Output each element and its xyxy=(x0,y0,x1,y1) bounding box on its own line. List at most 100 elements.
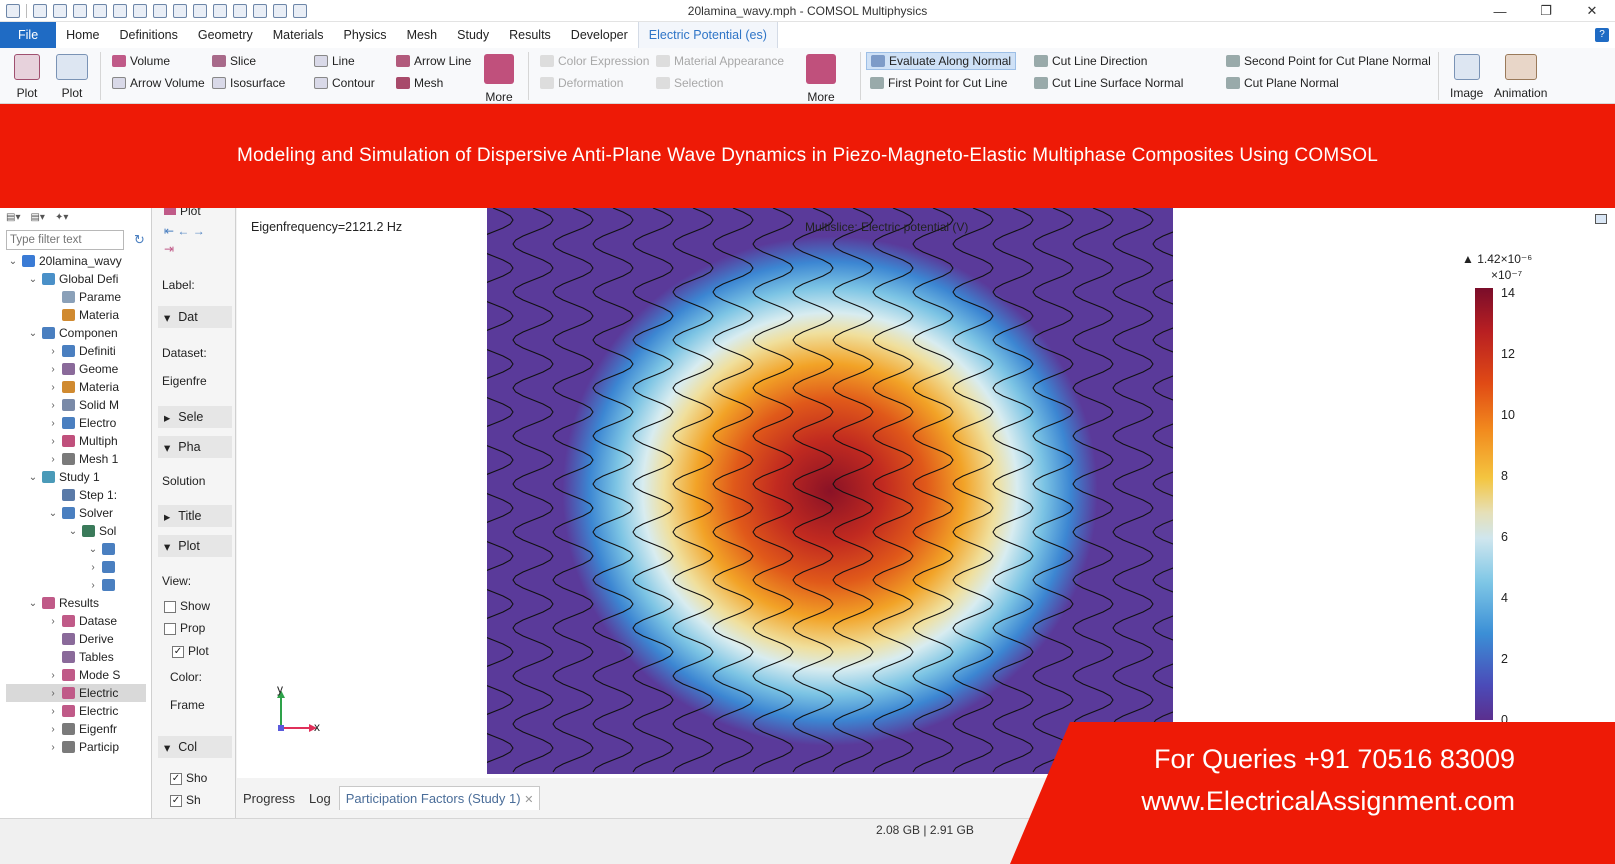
run-icon[interactable] xyxy=(153,3,167,18)
chevron-down-icon[interactable]: ⌄ xyxy=(8,256,18,267)
more-plots-button[interactable]: More xyxy=(484,54,514,104)
section-phase[interactable]: ▾ Pha xyxy=(158,436,232,458)
tree-node[interactable]: Step 1: xyxy=(48,486,117,504)
isosurface-button[interactable]: Isosurface xyxy=(212,76,285,90)
chevron-down-icon[interactable]: ⌄ xyxy=(88,544,98,555)
new-file-icon[interactable] xyxy=(33,3,47,18)
tab-physics[interactable]: Physics xyxy=(333,22,396,48)
image-button[interactable]: Image xyxy=(1450,54,1483,100)
second-point-button[interactable]: Second Point for Cut Plane Normal xyxy=(1226,54,1431,68)
tree-node[interactable]: › Solid M xyxy=(48,396,119,414)
chevron-right-icon[interactable]: › xyxy=(48,724,58,735)
tree-node[interactable]: › xyxy=(88,576,119,594)
tree-node[interactable]: › Definiti xyxy=(48,342,115,360)
volume-button[interactable]: Volume xyxy=(112,54,170,68)
show-checkbox-2[interactable]: ✓ Sho xyxy=(170,771,207,785)
chevron-down-icon[interactable]: ⌄ xyxy=(28,472,38,483)
find-icon[interactable] xyxy=(293,3,307,18)
tab-electric-potential[interactable]: Electric Potential (es) xyxy=(637,22,778,48)
chevron-down-icon[interactable]: ⌄ xyxy=(28,598,38,609)
tree-node[interactable]: › Multiph xyxy=(48,432,117,450)
section-data[interactable]: ▾ Dat xyxy=(158,306,232,328)
tab-participation-factors[interactable]: Participation Factors (Study 1) ✕ xyxy=(338,786,541,810)
last-icon[interactable]: ⇥ xyxy=(164,242,174,256)
cut-plane-normal-button[interactable]: Cut Plane Normal xyxy=(1226,76,1339,90)
tree-node[interactable]: Materia xyxy=(48,306,119,324)
plot-canvas[interactable] xyxy=(487,208,1173,774)
first-point-button[interactable]: First Point for Cut Line xyxy=(870,76,1007,90)
section-coloring[interactable]: ▾ Col xyxy=(158,736,232,758)
tab-progress[interactable]: Progress xyxy=(237,787,301,810)
tab-results[interactable]: Results xyxy=(499,22,561,48)
color-expression-button[interactable]: Color Expression xyxy=(540,54,649,68)
restore-button[interactable]: ❐ xyxy=(1523,0,1569,22)
undo-icon[interactable] xyxy=(113,3,127,18)
help-icon[interactable]: ? xyxy=(1595,28,1609,42)
graphics-window-icon[interactable] xyxy=(1595,214,1607,224)
deformation-button[interactable]: Deformation xyxy=(540,76,623,90)
evaluate-along-normal-button[interactable]: Evaluate Along Normal xyxy=(866,52,1017,70)
tab-mesh[interactable]: Mesh xyxy=(397,22,448,48)
tree-node[interactable]: › Electro xyxy=(48,414,116,432)
show-checkbox[interactable]: Show xyxy=(164,599,210,613)
more-attributes-button[interactable]: More xyxy=(806,54,836,104)
tree-node[interactable]: › Datase xyxy=(48,612,117,630)
close-button[interactable]: ✕ xyxy=(1569,0,1615,22)
chevron-right-icon[interactable]: › xyxy=(88,562,98,573)
tab-geometry[interactable]: Geometry xyxy=(188,22,263,48)
tree-node[interactable]: Tables xyxy=(48,648,114,666)
tab-file[interactable]: File xyxy=(0,22,57,48)
chevron-right-icon[interactable]: › xyxy=(48,688,58,699)
chevron-right-icon[interactable]: › xyxy=(48,670,58,681)
cut-line-direction-button[interactable]: Cut Line Direction xyxy=(1034,54,1147,68)
save-as-icon[interactable] xyxy=(93,3,107,18)
material-appearance-button[interactable]: Material Appearance xyxy=(656,54,784,68)
tree-node[interactable]: ⌄ Global Defi xyxy=(28,270,119,288)
tree-node[interactable]: › xyxy=(88,558,119,576)
tree-node[interactable]: ⌄ Componen xyxy=(28,324,118,342)
chevron-right-icon[interactable]: › xyxy=(48,436,58,447)
tree-node[interactable]: ⌄ Sol xyxy=(68,522,117,540)
prop-checkbox[interactable]: Prop xyxy=(164,621,205,635)
tree-node[interactable]: ⌄ Results xyxy=(28,594,99,612)
tree-node[interactable]: › Particip xyxy=(48,738,119,756)
chevron-right-icon[interactable]: › xyxy=(48,454,58,465)
refresh-icon[interactable]: ↻ xyxy=(134,232,145,248)
line-button[interactable]: Line xyxy=(314,54,355,68)
list-icon[interactable]: ▤▾ xyxy=(30,212,44,223)
tree-node[interactable]: ⌄ Solver xyxy=(48,504,113,522)
chevron-right-icon[interactable]: › xyxy=(88,580,98,591)
tab-study[interactable]: Study xyxy=(447,22,499,48)
chevron-right-icon[interactable]: › xyxy=(48,364,58,375)
tree-node[interactable]: ⌄ Study 1 xyxy=(28,468,100,486)
settings-icon[interactable] xyxy=(273,3,287,18)
open-folder-icon[interactable] xyxy=(53,3,67,18)
tree-node[interactable]: › Mode S xyxy=(48,666,120,684)
tab-definitions[interactable]: Definitions xyxy=(110,22,188,48)
expand-icon[interactable]: ▤▾ xyxy=(6,212,20,223)
save-icon[interactable] xyxy=(73,3,87,18)
tree-node[interactable]: › Geome xyxy=(48,360,118,378)
slice-button[interactable]: Slice xyxy=(212,54,256,68)
tab-materials[interactable]: Materials xyxy=(263,22,334,48)
section-selection[interactable]: ▸ Sele xyxy=(158,406,232,428)
tab-log[interactable]: Log xyxy=(303,787,337,810)
copy-icon[interactable] xyxy=(173,3,187,18)
chevron-right-icon[interactable]: › xyxy=(48,346,58,357)
arrow-line-button[interactable]: Arrow Line xyxy=(396,54,471,68)
section-plot-settings[interactable]: ▾ Plot xyxy=(158,535,232,557)
chevron-down-icon[interactable]: ⌄ xyxy=(68,526,78,537)
chevron-right-icon[interactable]: › xyxy=(48,616,58,627)
pin-icon[interactable]: ✦▾ xyxy=(55,212,68,223)
tree-node[interactable]: › Mesh 1 xyxy=(48,450,118,468)
chevron-down-icon[interactable]: ⌄ xyxy=(28,274,38,285)
section-title[interactable]: ▸ Title xyxy=(158,505,232,527)
plot-in-window-button[interactable]: Plot xyxy=(56,54,88,100)
chevron-right-icon[interactable]: › xyxy=(48,382,58,393)
chevron-right-icon[interactable]: › xyxy=(48,400,58,411)
duplicate-icon[interactable] xyxy=(213,3,227,18)
zoom-icon[interactable] xyxy=(253,3,267,18)
tree-node[interactable]: › Materia xyxy=(48,378,119,396)
animation-button[interactable]: Animation xyxy=(1494,54,1547,100)
tree-node[interactable]: ⌄ 20lamina_wavy xyxy=(8,252,122,270)
